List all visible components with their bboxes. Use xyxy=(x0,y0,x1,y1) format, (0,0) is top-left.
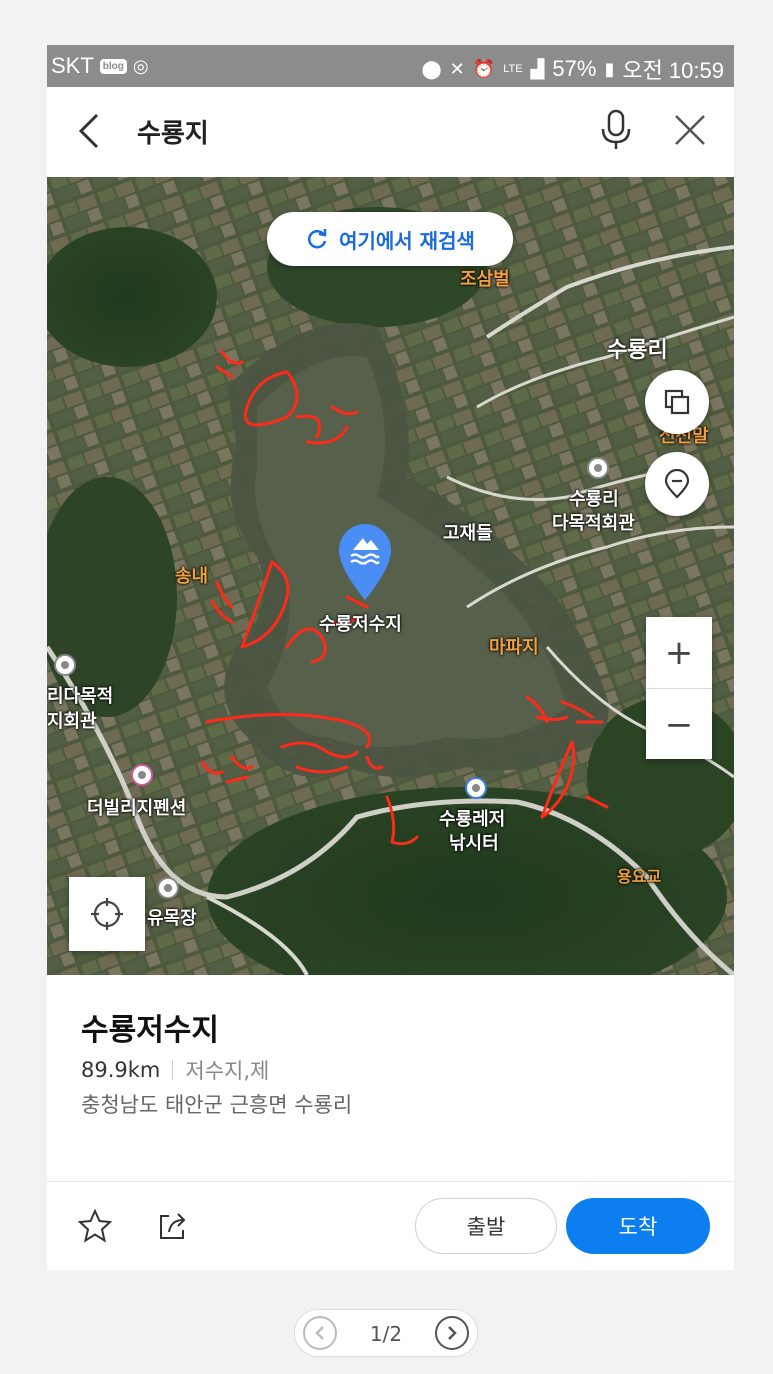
share-button[interactable] xyxy=(155,1208,191,1244)
close-icon xyxy=(675,115,705,145)
place-info-panel[interactable]: 수룡저수지 89.9km 저수지,제 충청남도 태안군 근흥면 수룡리 xyxy=(47,975,734,1181)
map-label-songnae: 송내 xyxy=(175,566,209,587)
voice-search-button[interactable] xyxy=(599,109,633,151)
action-bar: 출발 도착 xyxy=(47,1181,734,1270)
close-button[interactable] xyxy=(673,113,707,147)
map-label-pension: 더빌리지펜션 xyxy=(87,798,187,819)
zoom-in-button[interactable]: + xyxy=(646,617,712,689)
network-label: LTE xyxy=(503,63,523,75)
mute-icon: ✕ xyxy=(449,58,465,79)
map-label-josambeol: 조삼벌 xyxy=(460,269,510,290)
ranch-marker[interactable] xyxy=(157,877,179,899)
saved-places-button[interactable] xyxy=(645,452,709,516)
back-button[interactable] xyxy=(75,111,105,151)
battery-icon: ▮ xyxy=(604,58,615,79)
meta-divider xyxy=(172,1060,174,1080)
chevron-left-icon xyxy=(78,113,99,149)
pension-marker[interactable] xyxy=(131,764,153,786)
map-label-suryongri: 수룡리 xyxy=(607,338,668,363)
chevron-right-icon xyxy=(448,1326,457,1340)
place-distance: 89.9km xyxy=(81,1058,161,1082)
map-label-yongyogyo: 용요교 xyxy=(617,867,662,886)
crosshair-icon xyxy=(91,898,123,930)
carrier-label: SKT xyxy=(51,53,94,78)
zoom-control: + − xyxy=(646,617,712,759)
zoom-out-button[interactable]: − xyxy=(646,689,712,760)
image-pager: 1/2 xyxy=(294,1309,478,1357)
map-label-gojaedeul: 고재들 xyxy=(443,523,493,544)
satellite-map[interactable]: 여기에서 재검색 조삼벌 수룡리 신전말 수룡리 다목적회관 고재들 송내 수룡… xyxy=(47,177,734,975)
clock: 오전 10:59 xyxy=(622,58,724,83)
my-location-button[interactable] xyxy=(69,877,145,951)
refresh-icon xyxy=(308,229,327,249)
star-icon xyxy=(77,1208,113,1243)
map-label-leisure-1: 수룡레저 xyxy=(439,809,506,830)
map-label-reservoir: 수룡저수지 xyxy=(319,614,402,635)
phone-screen: SKT blog ◎ ⬤ ✕ ⏰ LTE ▟ 57% ▮ 오전 10:59 수룡… xyxy=(47,45,734,1270)
status-bar: SKT blog ◎ ⬤ ✕ ⏰ LTE ▟ 57% ▮ 오전 10:59 xyxy=(47,45,734,87)
battery-percent: 57% xyxy=(552,56,597,81)
place-name: 수룡저수지 xyxy=(81,1013,219,1048)
sync-icon: ◎ xyxy=(132,55,149,76)
microphone-icon xyxy=(601,109,631,149)
map-label-mapaji: 마파지 xyxy=(489,637,539,658)
research-here-button[interactable]: 여기에서 재검색 xyxy=(267,212,513,266)
alarm-icon: ⏰ xyxy=(472,58,496,79)
location-icon: ⬤ xyxy=(421,58,442,79)
place-address: 충청남도 태안군 근흥면 수룡리 xyxy=(81,1093,353,1117)
reservoir-pin[interactable] xyxy=(333,520,397,602)
map-label-hall-1: 수룡리 xyxy=(569,489,619,510)
left-hall-marker[interactable] xyxy=(54,654,76,676)
community-hall-marker[interactable] xyxy=(587,457,609,479)
map-label-left-hall-2: 지회관 xyxy=(47,711,97,732)
search-title[interactable]: 수룡지 xyxy=(137,113,209,150)
arrive-button[interactable]: 도착 xyxy=(566,1198,710,1254)
map-label-ranch: 유목장 xyxy=(147,908,197,929)
place-meta: 89.9km 저수지,제 xyxy=(81,1055,269,1085)
next-button[interactable] xyxy=(435,1316,469,1350)
map-label-leisure-2: 낚시터 xyxy=(449,833,499,854)
search-header: 수룡지 xyxy=(47,87,734,177)
map-label-left-hall-1: 리다목적 xyxy=(47,686,114,707)
depart-button[interactable]: 출발 xyxy=(415,1198,557,1254)
layers-icon xyxy=(664,389,690,415)
blog-icon: blog xyxy=(99,58,127,74)
research-label: 여기에서 재검색 xyxy=(339,228,475,253)
fishing-marker[interactable] xyxy=(465,777,487,799)
map-label-hall-2: 다목적회관 xyxy=(552,513,635,534)
water-pin-icon xyxy=(339,524,391,600)
favorite-button[interactable] xyxy=(77,1208,113,1244)
place-category: 저수지,제 xyxy=(185,1059,270,1083)
map-pin-icon xyxy=(664,469,690,499)
layers-button[interactable] xyxy=(645,370,709,434)
share-icon xyxy=(160,1213,186,1239)
signal-icon: ▟ xyxy=(530,58,545,79)
